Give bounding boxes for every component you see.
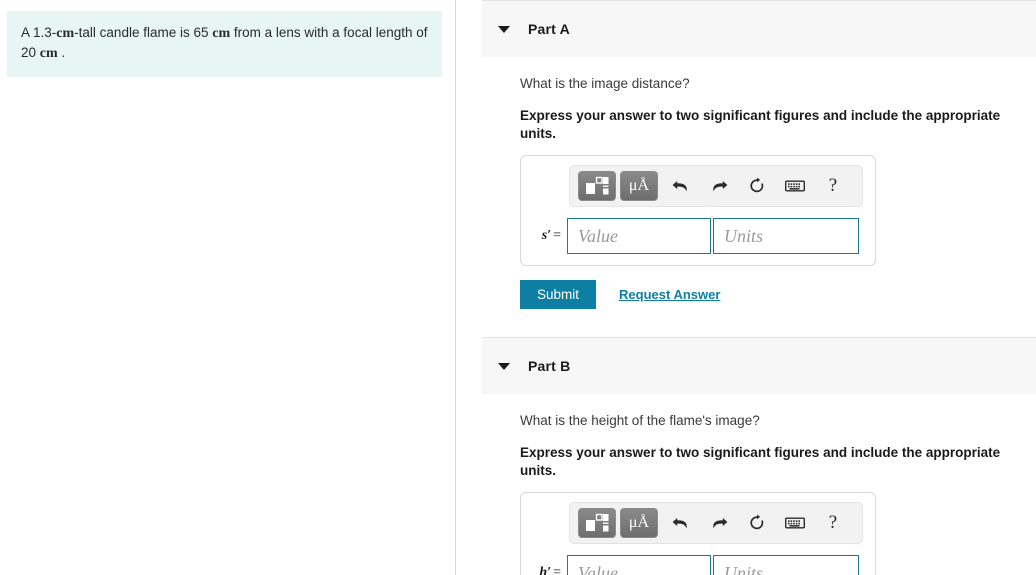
problem-statement: A 1.3-cm-tall candle flame is 65 cm from… [7,11,442,77]
part-b-value-input[interactable] [567,555,711,575]
problem-text-end: . [57,45,66,60]
unit-cm-2: cm [212,26,231,41]
part-a-math-toolbar: μÅ ? [569,165,863,207]
units-mu-angstrom-label: μÅ [628,177,650,194]
part-a-value-input[interactable] [567,218,711,254]
redo-icon[interactable] [704,171,734,201]
part-b-title: Part B [528,358,571,374]
part-a-answer-box: μÅ ? s′ = Value Units [520,155,876,266]
chevron-down-icon[interactable] [498,25,510,33]
undo-icon[interactable] [666,171,696,201]
units-mu-angstrom-icon[interactable]: μÅ [620,171,658,201]
problem-pane: A 1.3-cm-tall candle flame is 65 cm from… [0,0,456,575]
redo-icon[interactable] [704,508,734,538]
part-a-actions: Submit Request Answer [520,280,1036,309]
part-b-header[interactable]: Part B [482,337,1036,394]
part-a-title: Part A [528,21,570,37]
part-b-body: What is the height of the flame's image?… [456,394,1036,575]
problem-text-mid: -tall candle flame is 65 [74,25,213,40]
part-a-body: What is the image distance? Express your… [456,57,1036,309]
part-a-submit-button[interactable]: Submit [520,280,597,309]
chevron-down-icon[interactable] [498,362,510,370]
problem-text-pre: A 1.3- [21,25,57,40]
part-a-request-answer-link[interactable]: Request Answer [619,287,720,302]
part-a-block: Part A What is the image distance? Expre… [456,0,1036,309]
part-a-variable-label: s′ = [541,228,561,243]
part-a-units-input[interactable] [713,218,859,254]
help-icon[interactable]: ? [818,508,848,538]
units-mu-angstrom-label: μÅ [628,514,650,531]
part-a-instruction: Express your answer to two significant f… [520,108,1001,141]
part-a-answer-row: s′ = [531,218,865,254]
part-b-math-toolbar: μÅ ? [569,502,863,544]
assignment-page: A 1.3-cm-tall candle flame is 65 cm from… [0,0,1036,575]
math-template-icon[interactable] [578,508,616,538]
unit-cm-1: cm [56,26,75,41]
keyboard-icon[interactable] [780,171,810,201]
undo-icon[interactable] [666,508,696,538]
part-b-answer-box: μÅ ? h′ = Value Units [520,492,876,575]
unit-cm-3: cm [39,46,58,61]
part-b-variable-label: h′ = [539,565,561,575]
part-b-instruction: Express your answer to two significant f… [520,445,1001,478]
units-mu-angstrom-icon[interactable]: μÅ [620,508,658,538]
reset-icon[interactable] [742,508,772,538]
part-b-units-input[interactable] [713,555,859,575]
keyboard-icon[interactable] [780,508,810,538]
part-b-question: What is the height of the flame's image? [520,413,760,428]
part-b-block: Part B What is the height of the flame's… [456,337,1036,575]
math-template-icon[interactable] [578,171,616,201]
part-a-header[interactable]: Part A [482,0,1036,57]
help-icon[interactable]: ? [818,171,848,201]
part-b-answer-row: h′ = [531,555,865,575]
reset-icon[interactable] [742,171,772,201]
part-a-question: What is the image distance? [520,76,690,91]
answer-pane: Part A What is the image distance? Expre… [456,0,1036,575]
